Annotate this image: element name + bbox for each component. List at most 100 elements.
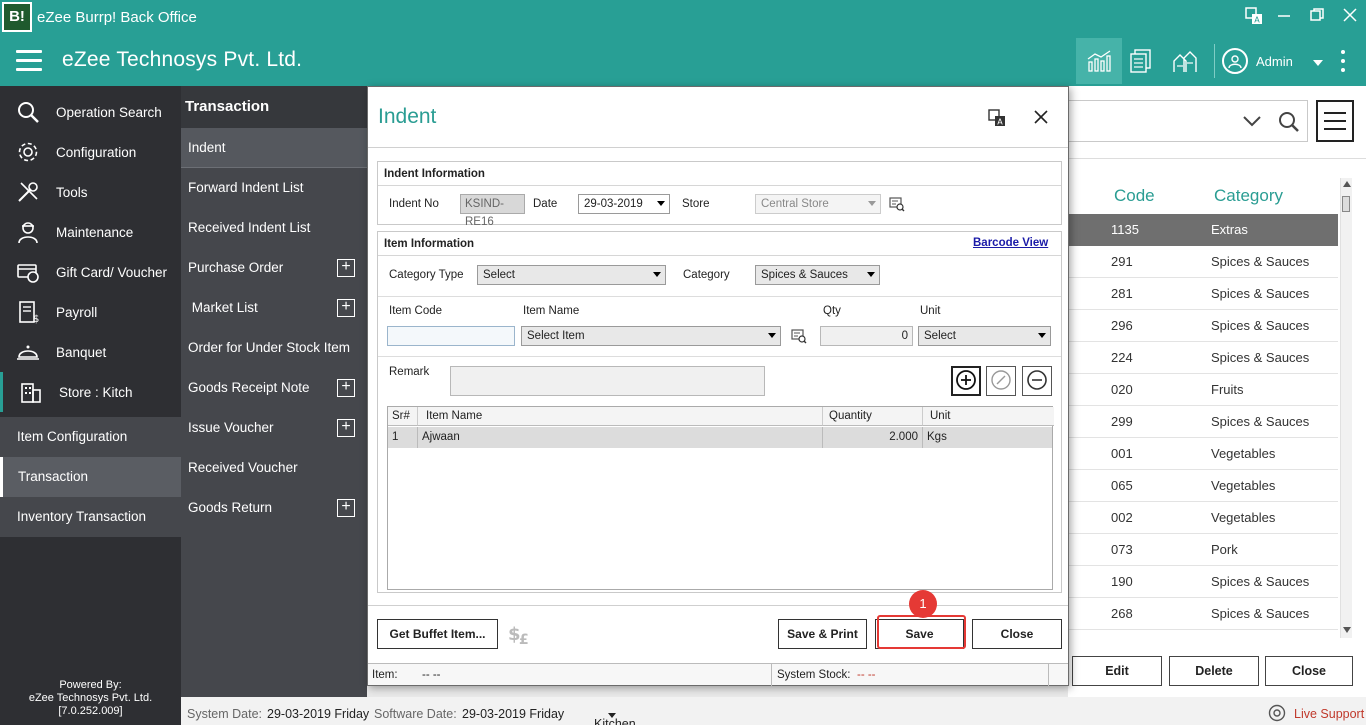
- submenu-item-purchase-order[interactable]: Purchase Order +: [181, 248, 367, 288]
- list-row[interactable]: 281 Spices & Sauces: [1068, 278, 1338, 310]
- list-row[interactable]: 291 Spices & Sauces: [1068, 246, 1338, 278]
- qty-label: Qty: [823, 305, 841, 317]
- expand-plus-icon[interactable]: +: [337, 299, 355, 317]
- category-select[interactable]: Spices & Sauces: [755, 265, 880, 285]
- qty-input[interactable]: 0: [820, 326, 913, 346]
- date-picker[interactable]: 29-03-2019: [578, 194, 670, 214]
- list-row[interactable]: 296 Spices & Sauces: [1068, 310, 1338, 342]
- sidebar-item-configuration[interactable]: Configuration: [0, 132, 181, 172]
- edit-button[interactable]: Edit: [1072, 656, 1162, 686]
- remark-input[interactable]: [450, 366, 765, 396]
- list-row[interactable]: 065 Vegetables: [1068, 470, 1338, 502]
- list-row[interactable]: 073 Pork: [1068, 534, 1338, 566]
- grid-cell-item-name[interactable]: Ajwaan: [418, 427, 823, 448]
- sidebar-item-maintenance[interactable]: Maintenance: [0, 212, 181, 252]
- add-item-button[interactable]: [951, 366, 981, 396]
- powered-by: Powered By: eZee Technosys Pvt. Ltd. [7.…: [28, 679, 153, 717]
- close-button[interactable]: Close: [972, 619, 1062, 649]
- submenu-item-goods-return[interactable]: Goods Return +: [181, 488, 367, 528]
- expand-plus-icon[interactable]: +: [337, 499, 355, 517]
- translate-icon[interactable]: A: [988, 109, 1006, 130]
- sidebar-item-tools[interactable]: Tools: [0, 172, 181, 212]
- inventory-icon[interactable]: [1162, 38, 1208, 84]
- remove-item-button[interactable]: [1022, 366, 1052, 396]
- save-print-button[interactable]: Save & Print: [778, 619, 867, 649]
- close-icon[interactable]: [1033, 109, 1049, 128]
- lookup-icon[interactable]: [889, 196, 905, 215]
- banquet-icon: [0, 340, 56, 364]
- title-bar: B! eZee Burrp! Back Office A: [0, 0, 1366, 36]
- list-row[interactable]: 268 Spices & Sauces: [1068, 598, 1338, 630]
- list-row[interactable]: 190 Spices & Sauces: [1068, 566, 1338, 598]
- expand-plus-icon[interactable]: +: [337, 419, 355, 437]
- chevron-down-icon[interactable]: [1242, 114, 1262, 131]
- list-row[interactable]: 001 Vegetables: [1068, 438, 1338, 470]
- close-window-button[interactable]: [1338, 7, 1362, 29]
- close-list-button[interactable]: Close: [1265, 656, 1353, 686]
- column-header-code[interactable]: Code: [1114, 186, 1155, 206]
- sidebar-item-gift-card[interactable]: Gift Card/ Voucher: [0, 252, 181, 292]
- status-bar: System Date: 29-03-2019 Friday Software …: [181, 697, 1366, 725]
- submenu-item-received-voucher[interactable]: Received Voucher: [181, 448, 367, 488]
- item-status-value: -- --: [422, 669, 441, 681]
- submenu-item-order-under-stock[interactable]: Order for Under Stock Item: [181, 328, 367, 368]
- currency-icon[interactable]: $ £: [507, 622, 533, 649]
- live-support-icon[interactable]: [1268, 704, 1286, 725]
- delete-button[interactable]: Delete: [1169, 656, 1259, 686]
- unit-select[interactable]: Select: [918, 326, 1051, 346]
- grid-cell-sr[interactable]: 1: [388, 427, 418, 448]
- category-type-select[interactable]: Select: [477, 265, 666, 285]
- submenu-item-indent[interactable]: Indent: [181, 128, 367, 168]
- sidebar-subitem-transaction[interactable]: Transaction: [0, 457, 181, 497]
- list-row[interactable]: 1135 Extras: [1068, 214, 1338, 246]
- list-view-icon[interactable]: [1316, 100, 1354, 142]
- software-date-label: Software Date:: [374, 707, 457, 721]
- store-selector[interactable]: Kitchen Store: [594, 707, 636, 725]
- sidebar-subitem-inventory-transaction[interactable]: Inventory Transaction: [0, 497, 181, 537]
- sidebar-item-store[interactable]: Store : Kitch: [0, 372, 181, 412]
- divider: [378, 356, 1061, 357]
- user-menu[interactable]: Admin: [1222, 44, 1323, 78]
- hamburger-menu-icon[interactable]: [16, 50, 42, 72]
- chevron-down-icon: [1312, 54, 1323, 69]
- sidebar-item-payroll[interactable]: $ Payroll: [0, 292, 181, 332]
- dashboard-chart-icon[interactable]: [1076, 38, 1122, 84]
- list-cell-code: 073: [1111, 542, 1133, 557]
- expand-plus-icon[interactable]: +: [337, 259, 355, 277]
- expand-plus-icon[interactable]: +: [337, 379, 355, 397]
- submenu-item-issue-voucher[interactable]: Issue Voucher +: [181, 408, 367, 448]
- scrollbar-thumb[interactable]: [1342, 196, 1350, 212]
- live-support-link[interactable]: Live Support: [1294, 707, 1364, 721]
- minimize-button[interactable]: [1272, 7, 1296, 29]
- sidebar-item-operation-search[interactable]: Operation Search: [0, 92, 181, 132]
- list-cell-category: Vegetables: [1211, 510, 1276, 525]
- lookup-icon[interactable]: [791, 328, 807, 347]
- item-code-input[interactable]: [387, 326, 515, 346]
- list-row[interactable]: 224 Spices & Sauces: [1068, 342, 1338, 374]
- list-row[interactable]: 020 Fruits: [1068, 374, 1338, 406]
- edit-item-button[interactable]: [986, 366, 1016, 396]
- item-name-select[interactable]: Select Item: [521, 326, 781, 346]
- sidebar-subitem-item-configuration[interactable]: Item Configuration: [0, 417, 181, 457]
- get-buffet-item-button[interactable]: Get Buffet Item...: [377, 619, 498, 649]
- column-header-category[interactable]: Category: [1214, 186, 1283, 206]
- documents-icon[interactable]: [1118, 38, 1164, 84]
- barcode-view-link[interactable]: Barcode View: [973, 237, 1048, 249]
- more-options-icon[interactable]: [1336, 46, 1350, 76]
- submenu-item-forward-indent-list[interactable]: Forward Indent List: [181, 168, 367, 208]
- search-input[interactable]: [1068, 100, 1308, 142]
- grid-cell-unit[interactable]: Kgs: [923, 427, 1052, 448]
- sidebar-item-banquet[interactable]: Banquet: [0, 332, 181, 372]
- submenu-item-received-indent-list[interactable]: Received Indent List: [181, 208, 367, 248]
- search-icon[interactable]: [1278, 111, 1300, 136]
- list-row[interactable]: 002 Vegetables: [1068, 502, 1338, 534]
- vertical-scrollbar[interactable]: [1340, 178, 1352, 638]
- dialog-status-bar: Item: -- -- System Stock: -- --: [368, 663, 1068, 686]
- submenu-item-goods-receipt-note[interactable]: Goods Receipt Note +: [181, 368, 367, 408]
- restore-button[interactable]: [1305, 7, 1329, 29]
- submenu-item-market-list[interactable]: Market List +: [181, 288, 367, 328]
- grid-cell-quantity[interactable]: 2.000: [823, 427, 923, 448]
- list-row[interactable]: 299 Spices & Sauces: [1068, 406, 1338, 438]
- translate-icon[interactable]: A: [1242, 7, 1266, 29]
- grid-header-quantity: Quantity: [823, 407, 923, 426]
